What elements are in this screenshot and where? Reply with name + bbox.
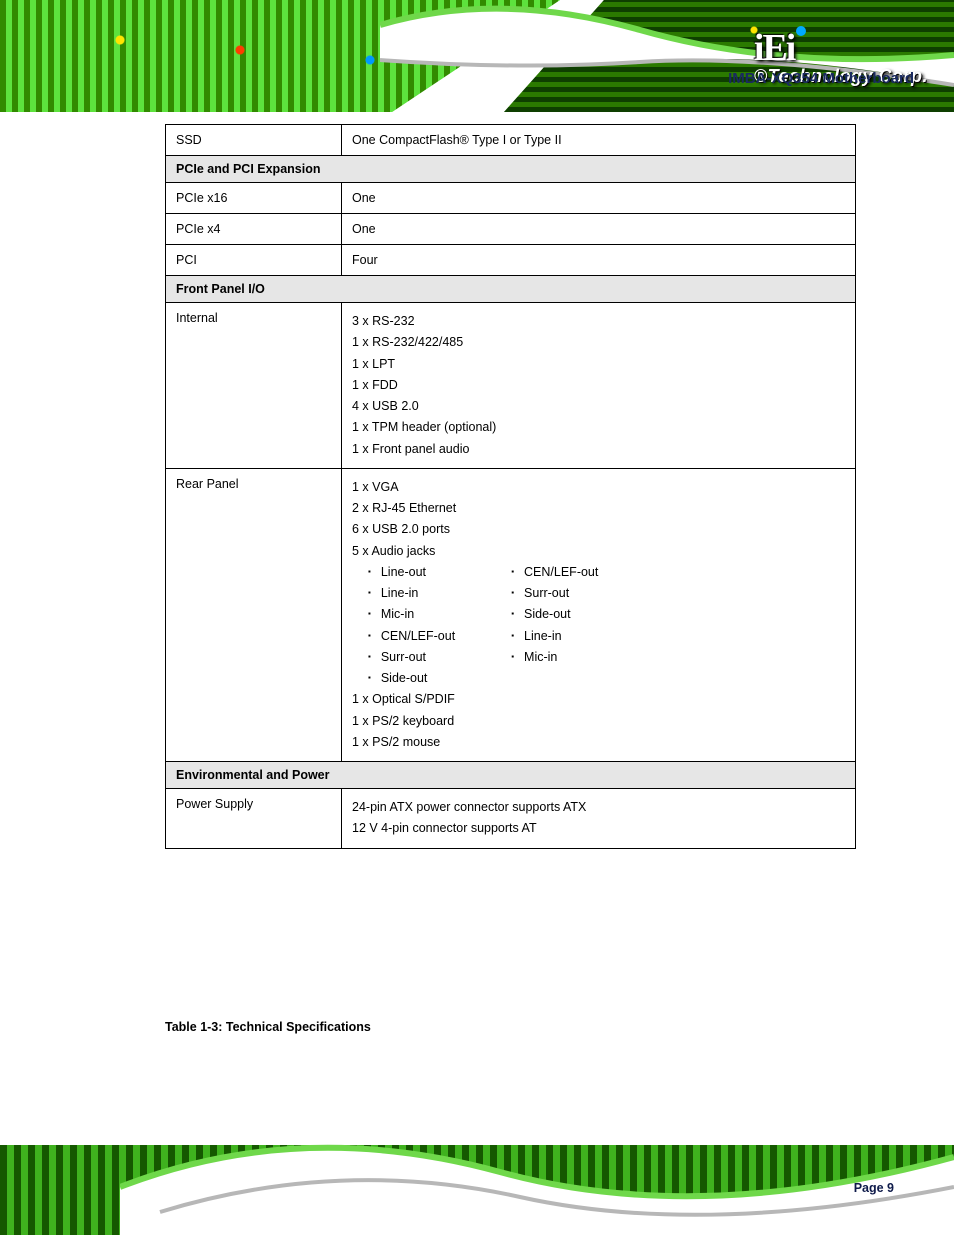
table-row: Internal 3 x RS-232 1 x RS-232/422/485 1… xyxy=(166,303,856,469)
audio-jack-columns: Line-out Line-in Mic-in CEN/LEF-out Surr… xyxy=(352,562,845,690)
banner-pcb-bottom xyxy=(0,1145,954,1235)
cell-label: Internal xyxy=(166,303,342,469)
section-header-env: Environmental and Power xyxy=(166,762,856,789)
cell-label: Power Supply xyxy=(166,789,342,849)
cell-label: Rear Panel xyxy=(166,468,342,761)
cell-label: SSD xyxy=(166,125,342,156)
table-row: SSD One CompactFlash® Type I or Type II xyxy=(166,125,856,156)
cell-label: PCI xyxy=(166,245,342,276)
cell-value: One xyxy=(342,214,856,245)
page-number: Page 9 xyxy=(854,1181,894,1195)
section-header-frontpanel: Front Panel I/O xyxy=(166,276,856,303)
cell-value-rear: 1 x VGA 2 x RJ-45 Ethernet 6 x USB 2.0 p… xyxy=(342,468,856,761)
cell-value-internal: 3 x RS-232 1 x RS-232/422/485 1 x LPT 1 … xyxy=(342,303,856,469)
section-header-text: PCIe and PCI Expansion xyxy=(166,156,856,183)
cell-value: One CompactFlash® Type I or Type II xyxy=(342,125,856,156)
table-row: PCI Four xyxy=(166,245,856,276)
section-header-text: Front Panel I/O xyxy=(166,276,856,303)
cell-label: PCIe x4 xyxy=(166,214,342,245)
section-header-pcie: PCIe and PCI Expansion xyxy=(166,156,856,183)
cell-value: Four xyxy=(342,245,856,276)
banner-pcb-left xyxy=(0,0,560,112)
table-caption: Table 1-3: Technical Specifications xyxy=(165,1020,371,1034)
document-title: IMBA-XQ354 Motherboard xyxy=(728,70,914,87)
top-banner: iEi ®Technology Corp. IMBA-XQ354 Motherb… xyxy=(0,0,954,112)
table-row: Power Supply 24-pin ATX power connector … xyxy=(166,789,856,849)
cell-value-power: 24-pin ATX power connector supports ATX … xyxy=(342,789,856,849)
cell-label: PCIe x16 xyxy=(166,183,342,214)
brand-mark: iEi xyxy=(754,27,794,69)
spec-table: SSD One CompactFlash® Type I or Type II … xyxy=(165,124,856,849)
audio-col-left: Line-out Line-in Mic-in CEN/LEF-out Surr… xyxy=(352,562,455,690)
table-row: Rear Panel 1 x VGA 2 x RJ-45 Ethernet 6 … xyxy=(166,468,856,761)
section-header-text: Environmental and Power xyxy=(166,762,856,789)
table-row: PCIe x4 One xyxy=(166,214,856,245)
audio-col-right: CEN/LEF-out Surr-out Side-out Line-in Mi… xyxy=(495,562,598,690)
bottom-banner: Page 9 xyxy=(0,1117,954,1235)
cell-value: One xyxy=(342,183,856,214)
table-row: PCIe x16 One xyxy=(166,183,856,214)
